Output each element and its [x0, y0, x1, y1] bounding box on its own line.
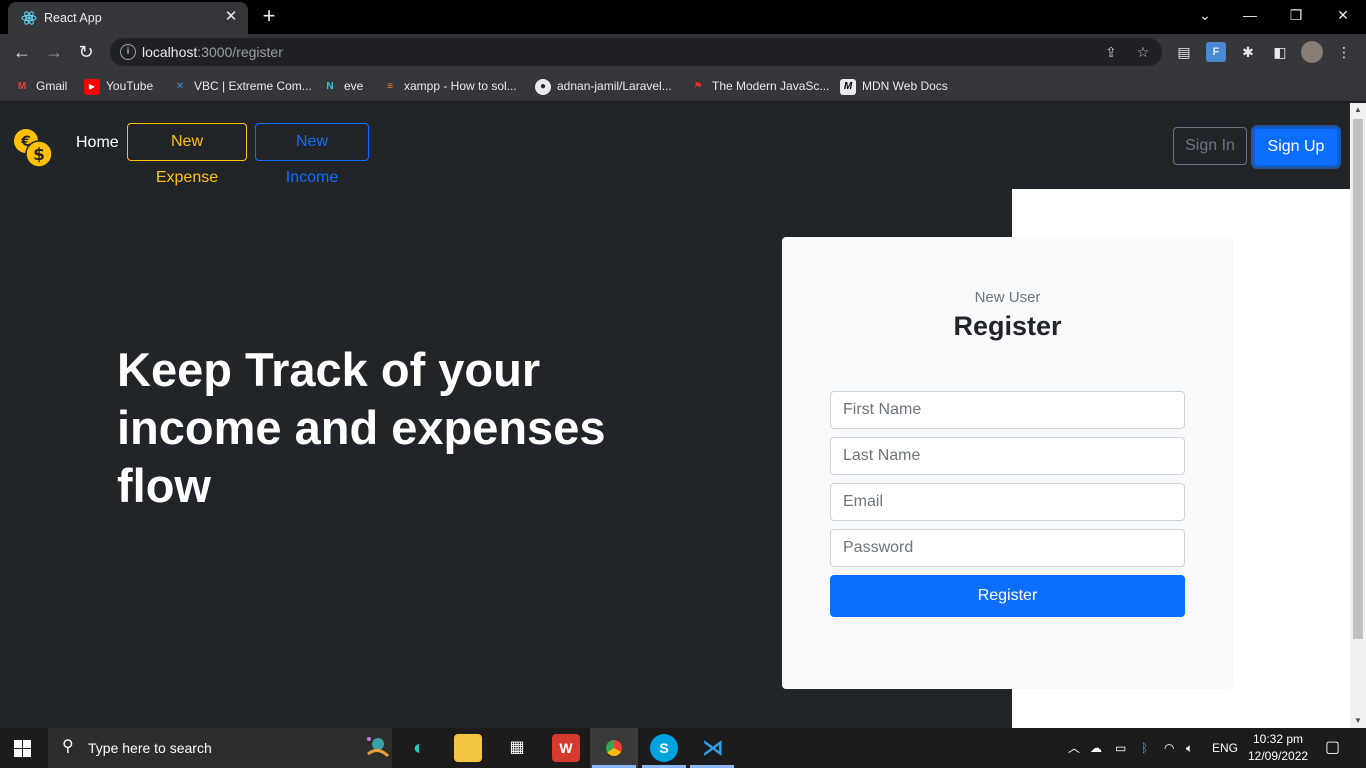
bookmark-label: The Modern JavaSc... — [712, 79, 830, 93]
card-subtitle: New User — [974, 289, 1041, 306]
bookmark-label: xampp - How to sol... — [404, 79, 517, 93]
clock-date: 12/09/2022 — [1248, 749, 1309, 763]
minimize-icon[interactable]: — — [1238, 5, 1262, 25]
vbc-icon: ✕ — [175, 80, 185, 92]
new-tab-icon[interactable]: + — [258, 5, 280, 28]
bookmark-xampp[interactable]: ≡ xampp - How to sol... — [382, 77, 517, 95]
search-icon: ⚲ — [62, 738, 74, 755]
card-title: Register — [953, 311, 1062, 341]
bookmark-youtube[interactable]: ▶ YouTube — [84, 77, 153, 95]
bookmark-gmail[interactable]: M Gmail — [14, 77, 68, 95]
register-card: New User Register Register — [782, 237, 1233, 689]
windows-taskbar: ⚲ Type here to search ◐ ▦ W S ⋊ ︿ ☁ ▭ ᛒ … — [0, 728, 1366, 768]
bookmark-label: Gmail — [36, 79, 68, 93]
profile-avatar[interactable] — [1301, 41, 1323, 63]
browser-menu-icon[interactable]: ⋮ — [1334, 42, 1354, 62]
taskbar-search-box[interactable]: ⚲ Type here to search — [48, 728, 392, 768]
mdn-icon: M — [840, 78, 856, 95]
bookmark-eve[interactable]: Neve — [322, 77, 363, 95]
stackoverflow-icon: ≡ — [387, 80, 393, 92]
extension-f-icon[interactable]: F — [1206, 42, 1226, 62]
edge-icon[interactable]: ◐ — [405, 734, 433, 762]
scroll-up-icon[interactable]: ▲ — [1350, 103, 1366, 117]
browser-tab[interactable]: React App ✕ — [8, 2, 248, 34]
onedrive-icon[interactable]: ☁ — [1090, 740, 1102, 756]
bookmark-label: VBC | Extreme Com... — [194, 79, 312, 93]
new-expense-button[interactable]: New Expense — [127, 123, 247, 186]
search-highlight-bird-icon — [367, 737, 390, 758]
bookmark-star-icon[interactable]: ☆ — [1134, 43, 1152, 61]
browser-toolbar: ← → ↻ i localhost:3000/register ⇪ ☆ — [0, 34, 1366, 70]
bookmarks-bar: M Gmail ▶ YouTube ✕ VBC | Extreme Com... Ne… — [0, 70, 1366, 102]
taskbar-search-placeholder: Type here to search — [88, 740, 212, 756]
new-income-button[interactable]: New Income — [255, 123, 369, 186]
bluetooth-icon[interactable]: ᛒ — [1141, 740, 1148, 756]
chrome-icon[interactable] — [600, 734, 628, 762]
coins-logo-icon[interactable]: € $ — [12, 127, 54, 169]
svg-text:$: $ — [33, 145, 45, 165]
eve-icon: N — [326, 80, 334, 92]
microsoft-store-icon[interactable]: ▦ — [503, 734, 531, 762]
scrollbar-thumb[interactable] — [1353, 119, 1363, 639]
close-tab-icon[interactable]: ✕ — [222, 8, 240, 26]
url-host: localhost — [142, 44, 198, 60]
bookmark-label: YouTube — [106, 79, 154, 93]
forward-icon[interactable]: → — [42, 40, 66, 64]
bookmark-vbc[interactable]: ✕ VBC | Extreme Com... — [172, 77, 312, 95]
email-field[interactable] — [830, 483, 1185, 521]
vscode-icon[interactable]: ⋊ — [699, 734, 727, 762]
bookmark-label: eve — [344, 79, 364, 93]
last-name-field[interactable] — [830, 437, 1185, 475]
reload-icon[interactable]: ↻ — [74, 40, 98, 64]
skype-icon[interactable]: S — [650, 734, 678, 762]
site-info-icon[interactable]: i — [120, 44, 136, 60]
password-field[interactable] — [830, 529, 1185, 567]
nav-home-link[interactable]: Home — [76, 134, 119, 152]
tab-title: React App — [44, 11, 102, 25]
url-path: :3000/register — [197, 44, 283, 60]
wps-office-icon[interactable]: W — [552, 734, 580, 762]
url-text[interactable]: localhost:3000/register — [142, 44, 283, 60]
address-bar[interactable]: i localhost:3000/register ⇪ ☆ — [110, 38, 1162, 66]
extensions-puzzle-icon[interactable]: ✱ — [1238, 42, 1258, 62]
youtube-icon: ▶ — [84, 78, 100, 95]
share-icon[interactable]: ⇪ — [1102, 43, 1120, 61]
gmail-icon: M — [17, 80, 27, 92]
page-scrollbar[interactable]: ▲ ▼ — [1350, 103, 1366, 728]
show-hidden-icons-icon[interactable]: ︿ — [1068, 740, 1080, 756]
register-button[interactable]: Register — [830, 575, 1185, 617]
battery-icon[interactable]: ▭ — [1115, 740, 1126, 756]
javascript-info-icon: ⚑ — [693, 80, 703, 92]
restore-icon[interactable]: ❐ — [1284, 5, 1308, 25]
system-clock[interactable]: 10:32 pm 12/09/2022 — [1248, 731, 1308, 765]
bookmark-github[interactable]: ● adnan-jamil/Laravel... — [535, 77, 672, 95]
sign-up-button[interactable]: Sign Up — [1253, 127, 1339, 167]
react-icon — [21, 11, 37, 25]
extension-clipboard-icon[interactable]: ▤ — [1174, 42, 1194, 62]
bookmark-label: adnan-jamil/Laravel... — [557, 79, 672, 93]
bookmark-javascript-info[interactable]: ⚑ The Modern JavaSc... — [690, 77, 830, 95]
github-icon: ● — [535, 78, 551, 95]
scroll-down-icon[interactable]: ▼ — [1350, 714, 1366, 728]
wifi-icon[interactable]: ◠ — [1164, 740, 1174, 756]
back-icon[interactable]: ← — [10, 40, 34, 64]
sign-in-button[interactable]: Sign In — [1173, 127, 1247, 165]
tab-search-icon[interactable]: ⌄ — [1193, 5, 1217, 25]
bookmark-mdn[interactable]: M MDN Web Docs — [840, 77, 948, 95]
browser-tab-strip: React App ✕ + ⌄ — ❐ ✕ — [0, 0, 1366, 34]
language-indicator[interactable]: ENG — [1212, 740, 1238, 756]
page-viewport: € $ Home New Expense New Income Sign In … — [0, 103, 1350, 728]
side-panel-icon[interactable]: ◧ — [1270, 42, 1290, 62]
first-name-field[interactable] — [830, 391, 1185, 429]
windows-start-icon[interactable] — [14, 740, 32, 758]
clock-time: 10:32 pm — [1252, 732, 1304, 746]
hero-headline: Keep Track of your income and expenses f… — [117, 343, 606, 512]
volume-icon[interactable]: 🔈︎ — [1186, 740, 1193, 756]
bookmark-label: MDN Web Docs — [862, 79, 948, 93]
file-explorer-icon[interactable] — [454, 734, 482, 762]
close-window-icon[interactable]: ✕ — [1331, 5, 1355, 25]
notifications-icon[interactable]: ▢ — [1325, 740, 1340, 756]
